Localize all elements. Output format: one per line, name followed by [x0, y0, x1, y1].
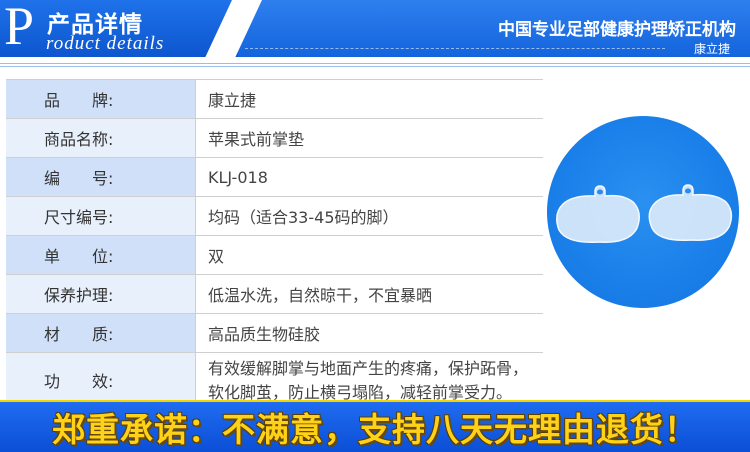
spec-value: KLJ-018	[196, 158, 543, 196]
spec-label: 尺寸编号:	[6, 197, 196, 235]
spec-row-care: 保养护理: 低温水洗，自然晾干，不宜暴晒	[6, 275, 543, 314]
spec-label: 保养护理:	[6, 275, 196, 313]
header-brand-tag: 康立捷	[693, 42, 730, 56]
promise-text: 郑重承诺：不满意，支持八天无理由退货！	[52, 410, 698, 449]
spec-label: 材 质:	[6, 314, 196, 352]
forefoot-pad-right-image	[648, 184, 733, 241]
spec-row-unit: 单 位: 双	[6, 236, 543, 275]
product-image-backdrop	[547, 116, 739, 308]
spec-value: 均码（适合33-45码的脚）	[196, 197, 543, 235]
spec-label: 商品名称:	[6, 119, 196, 157]
divider-line-bottom	[0, 66, 750, 67]
spec-row-material: 材 质: 高品质生物硅胶	[6, 314, 543, 353]
forefoot-pad-left-image	[556, 185, 640, 243]
spec-label: 品 牌:	[6, 80, 196, 118]
spec-value: 苹果式前掌垫	[196, 119, 543, 157]
header-slogan: 中国专业足部健康护理矫正机构	[498, 20, 736, 40]
spec-value: 双	[196, 236, 543, 274]
spec-row-product-name: 商品名称: 苹果式前掌垫	[6, 119, 543, 158]
header-title-en: roduct details	[46, 33, 165, 54]
header-logo-letter: P	[4, 0, 35, 56]
spec-value: 康立捷	[196, 80, 543, 118]
header-dashed-line	[245, 48, 665, 49]
spec-row-size: 尺寸编号: 均码（适合33-45码的脚）	[6, 197, 543, 236]
spec-value: 高品质生物硅胶	[196, 314, 543, 352]
promise-banner: 郑重承诺：不满意，支持八天无理由退货！	[0, 400, 750, 452]
spec-label: 编 号:	[6, 158, 196, 196]
spec-label: 单 位:	[6, 236, 196, 274]
spec-row-effect: 功 效: 有效缓解脚掌与地面产生的疼痛，保护跖骨，软化脚茧，防止横弓塌陷，减轻前…	[6, 353, 543, 407]
spec-value: 低温水洗，自然晾干，不宜暴晒	[196, 275, 543, 313]
spec-value: 有效缓解脚掌与地面产生的疼痛，保护跖骨，软化脚茧，防止横弓塌陷，减轻前掌受力。	[196, 353, 543, 407]
spec-label: 功 效:	[6, 353, 196, 407]
page-header: P 产品详情 roduct details 中国专业足部健康护理矫正机构 康立捷	[0, 0, 750, 57]
spec-row-brand: 品 牌: 康立捷	[6, 79, 543, 119]
spec-row-code: 编 号: KLJ-018	[6, 158, 543, 197]
spec-table: 品 牌: 康立捷 商品名称: 苹果式前掌垫 编 号: KLJ-018 尺寸编号:…	[6, 79, 543, 407]
divider-line-top	[0, 63, 750, 64]
